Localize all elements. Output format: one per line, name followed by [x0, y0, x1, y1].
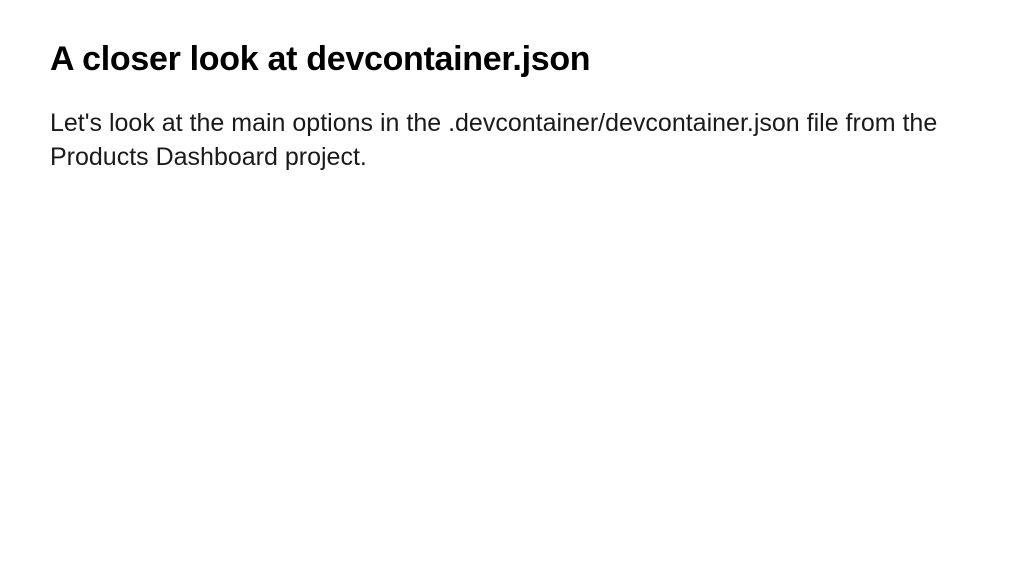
intro-paragraph: Let's look at the main options in the .d…	[50, 107, 950, 175]
page-heading: A closer look at devcontainer.json	[50, 40, 974, 79]
